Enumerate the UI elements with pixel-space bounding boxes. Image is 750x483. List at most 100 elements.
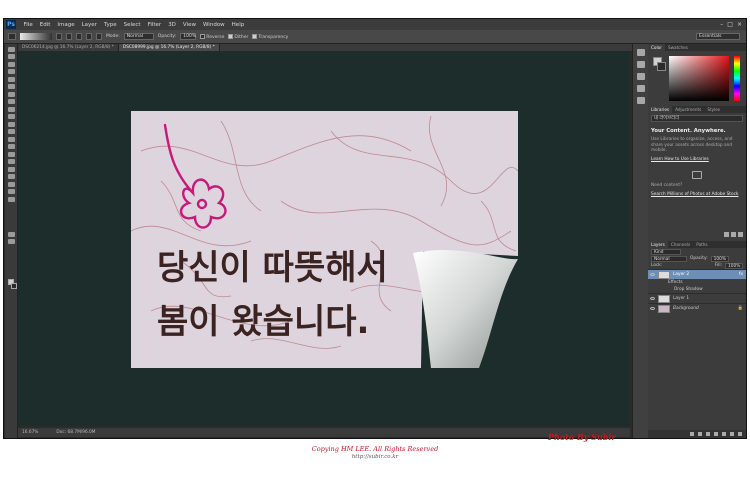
layer-filter-select[interactable]: Kind [651, 248, 681, 255]
menu-image[interactable]: Image [54, 22, 78, 28]
transparency-option[interactable]: Transparency [252, 33, 288, 40]
linear-gradient-icon[interactable] [56, 33, 62, 40]
move-tool-icon[interactable] [7, 46, 15, 52]
menu-file[interactable]: File [20, 22, 36, 28]
reflected-gradient-icon[interactable] [86, 33, 92, 40]
tab-layers[interactable]: Layers [648, 241, 668, 248]
learn-libraries-link[interactable]: Learn How to Use Libraries [651, 157, 743, 163]
brush-panel-icon[interactable] [636, 73, 645, 80]
layer-row-background[interactable]: Background 🔒 [648, 303, 746, 313]
library-trash-icon[interactable] [738, 232, 743, 237]
diamond-gradient-icon[interactable] [96, 33, 102, 40]
shape-tool-icon[interactable] [7, 174, 15, 179]
quick-mask-icon[interactable] [7, 231, 15, 237]
opacity-input[interactable]: 100% [180, 33, 197, 40]
hand-tool-icon[interactable] [7, 181, 15, 187]
fx-icon[interactable]: fx [739, 272, 746, 277]
clone-stamp-tool-icon[interactable] [7, 106, 15, 112]
radial-gradient-icon[interactable] [66, 33, 72, 40]
fill-input[interactable]: 100% [725, 262, 743, 269]
add-content-icon[interactable] [724, 232, 729, 237]
pen-tool-icon[interactable] [7, 151, 15, 157]
menu-window[interactable]: Window [199, 22, 228, 28]
gradient-picker[interactable] [20, 33, 52, 40]
history-icon[interactable] [636, 49, 645, 56]
dodge-tool-icon[interactable] [7, 144, 15, 149]
tab-swatches[interactable]: Swatches [665, 44, 691, 51]
menu-select[interactable]: Select [120, 22, 144, 28]
tab-adjustments[interactable]: Adjustments [672, 106, 704, 113]
gradient-tool-icon[interactable] [8, 33, 16, 40]
eyedropper-tool-icon[interactable] [7, 84, 15, 89]
reverse-option[interactable]: Reverse [200, 33, 224, 40]
tab-styles[interactable]: Styles [704, 106, 723, 113]
color-field[interactable] [669, 56, 729, 101]
dither-checkbox[interactable] [228, 33, 234, 39]
menu-3d[interactable]: 3D [165, 22, 180, 28]
type-tool-icon[interactable] [7, 159, 15, 164]
healing-brush-tool-icon[interactable] [7, 91, 15, 97]
edit-toolbar-icon[interactable] [7, 196, 15, 202]
tab-document-1[interactable]: DSC06214.jpg @ 16.7% (Layer 2, RGB/8) * [18, 44, 119, 51]
tab-color[interactable]: Color [648, 44, 665, 51]
zoom-level[interactable]: 16.67% [22, 430, 38, 435]
menu-help[interactable]: Help [228, 22, 248, 28]
panel-background-swatch[interactable] [657, 62, 666, 71]
visibility-eye-icon[interactable] [650, 297, 655, 300]
drop-shadow-row[interactable]: Drop Shadow [648, 286, 746, 293]
library-select[interactable]: 내 라이브러리 [651, 115, 743, 122]
menu-edit[interactable]: Edit [36, 22, 54, 28]
close-button[interactable]: × [737, 21, 742, 28]
layer-opacity-input[interactable]: 100% [710, 255, 729, 262]
zoom-tool-icon[interactable] [7, 189, 15, 194]
mode-select[interactable]: Normal [123, 33, 154, 40]
menu-type[interactable]: Type [100, 22, 120, 28]
visibility-eye-icon[interactable] [650, 273, 655, 276]
reverse-checkbox[interactable] [200, 33, 206, 39]
path-selection-tool-icon[interactable] [7, 166, 15, 172]
angle-gradient-icon[interactable] [76, 33, 82, 40]
tab-channels[interactable]: Channels [668, 241, 693, 248]
tab-paths[interactable]: Paths [693, 241, 710, 248]
gradient-tool-icon[interactable] [7, 129, 15, 134]
menu-view[interactable]: View [179, 22, 199, 28]
menu-layer[interactable]: Layer [78, 22, 100, 28]
new-layer-icon[interactable] [730, 432, 734, 436]
document-image[interactable]: 당신이 따뜻해서 봄이 왔습니다. [131, 111, 518, 368]
doc-size[interactable]: Doc: 68.7M/96.0M [56, 430, 95, 435]
history-brush-tool-icon[interactable] [7, 114, 15, 119]
character-icon[interactable] [636, 85, 645, 92]
maximize-button[interactable]: □ [727, 21, 733, 28]
transparency-checkbox[interactable] [252, 33, 258, 39]
footer-url[interactable]: http://subir.co.kr [0, 454, 750, 460]
screen-mode-icon[interactable] [7, 239, 15, 244]
adjustment-layer-icon[interactable] [714, 432, 718, 436]
dither-option[interactable]: Dither [228, 33, 248, 40]
tab-document-2[interactable]: DSC08999.jpg @ 16.7% (Layer 2, RGB/8) * [118, 44, 220, 51]
paragraph-icon[interactable] [636, 97, 645, 104]
adobe-stock-link[interactable]: Search Millions of Photos at Adobe Stock [651, 192, 743, 198]
brush-tool-icon[interactable] [7, 99, 15, 104]
marquee-tool-icon[interactable] [7, 54, 15, 59]
eraser-tool-icon[interactable] [7, 121, 15, 127]
background-color-swatch[interactable] [11, 283, 17, 289]
crop-tool-icon[interactable] [7, 76, 15, 82]
visibility-eye-icon[interactable] [650, 307, 655, 310]
layer-row-layer-2[interactable]: Layer 2 fx [648, 269, 746, 279]
blur-tool-icon[interactable] [7, 136, 15, 142]
blend-mode-select[interactable]: Normal [651, 255, 687, 262]
add-style-icon[interactable] [698, 432, 702, 436]
effects-row[interactable]: Effects [648, 279, 746, 286]
quick-select-tool-icon[interactable] [7, 69, 15, 74]
lasso-tool-icon[interactable] [7, 61, 15, 67]
tab-libraries[interactable]: Libraries [648, 106, 673, 113]
new-group-icon[interactable] [722, 432, 726, 436]
link-layers-icon[interactable] [690, 432, 694, 436]
workspace-select[interactable]: Essentials [696, 33, 740, 40]
properties-icon[interactable] [636, 61, 645, 68]
add-graphic-icon[interactable] [731, 232, 736, 237]
add-mask-icon[interactable] [706, 432, 710, 436]
minimize-button[interactable]: – [720, 21, 723, 28]
delete-layer-icon[interactable] [738, 432, 742, 436]
hue-slider[interactable] [734, 56, 740, 101]
